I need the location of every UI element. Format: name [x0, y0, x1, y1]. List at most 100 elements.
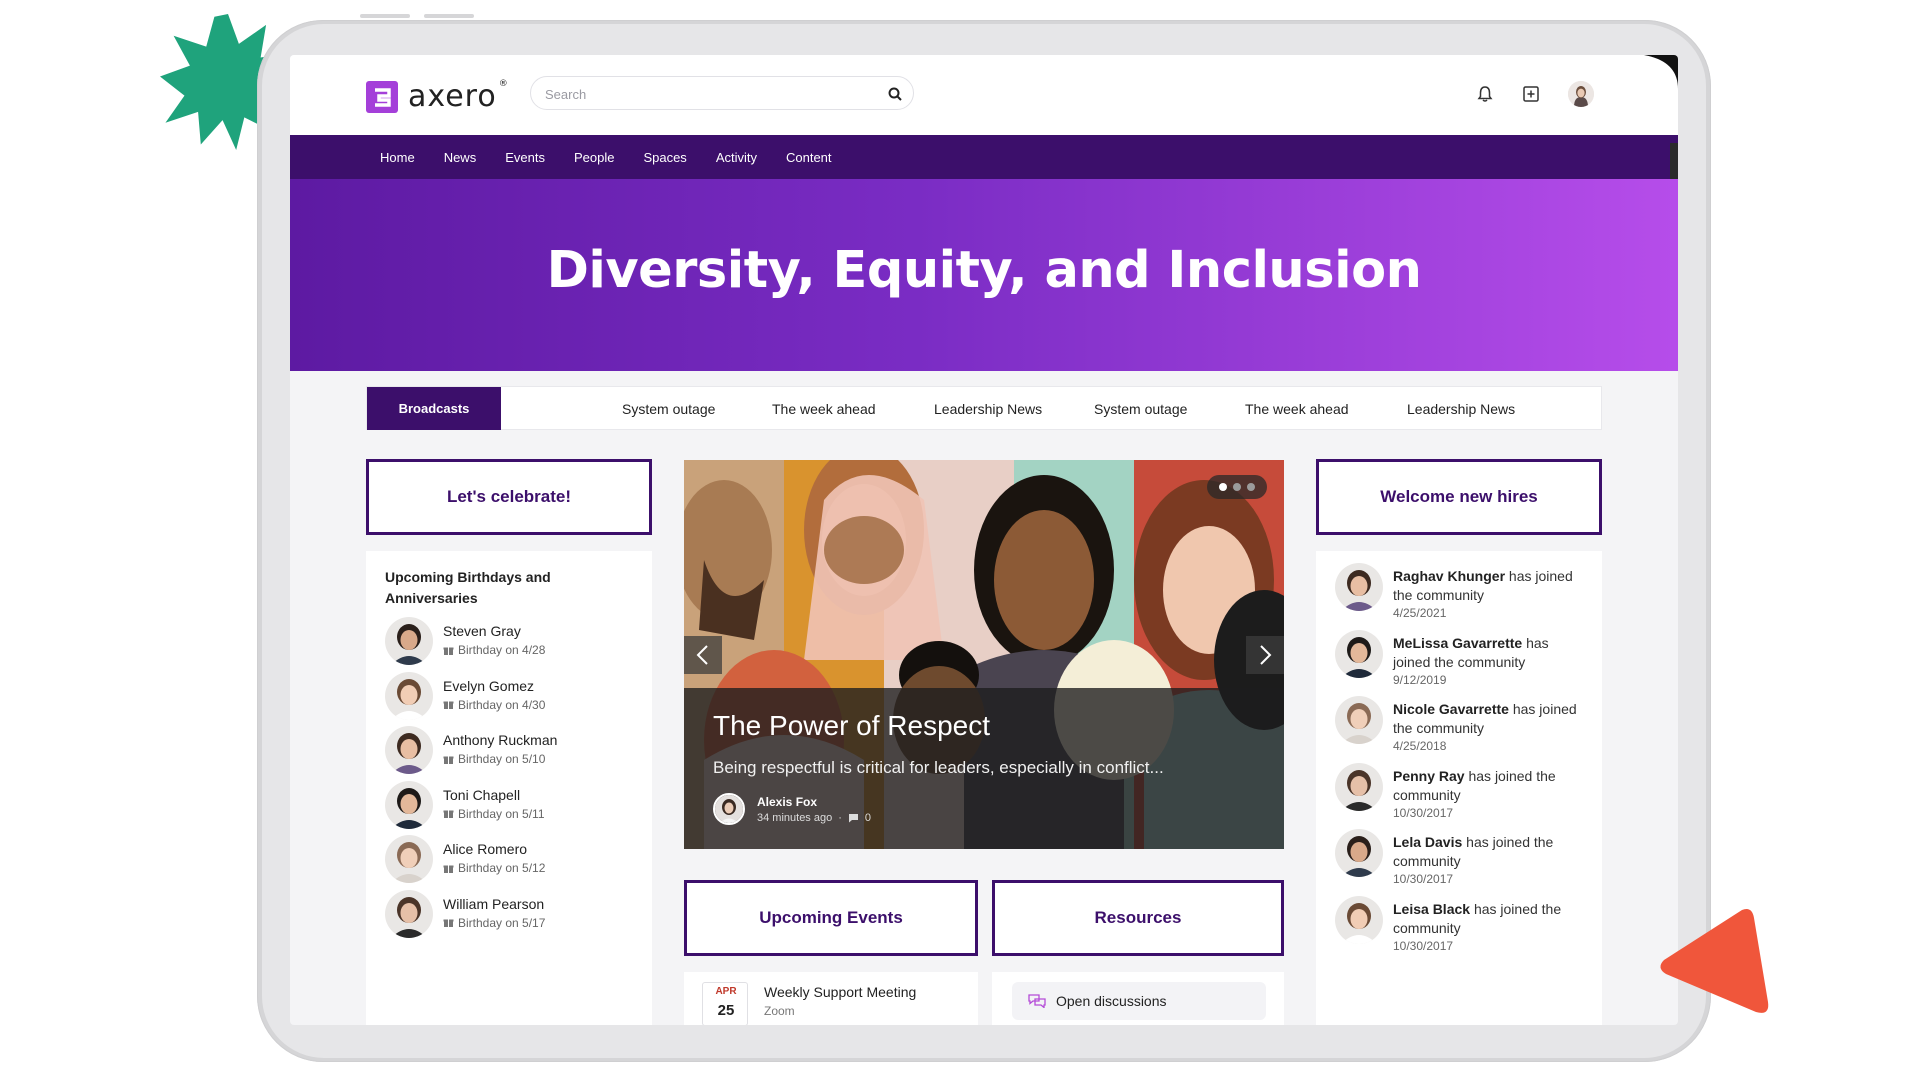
notifications-button[interactable]	[1474, 83, 1496, 105]
hire-avatar[interactable]	[1335, 895, 1383, 944]
tablet-button	[360, 14, 410, 18]
resource-item: Open discussions	[992, 972, 1284, 1025]
celebrate-item[interactable]: Anthony Ruckman Birthday on 5/10	[385, 726, 645, 774]
person-name[interactable]: Toni Chapell	[443, 787, 520, 803]
hire-announcement: Penny Ray has joined the community	[1393, 767, 1583, 805]
nav-item[interactable]: Home	[380, 150, 415, 165]
person-avatar[interactable]	[385, 617, 433, 665]
hire-avatar[interactable]	[1335, 563, 1383, 611]
carousel-next-button[interactable]	[1246, 636, 1284, 674]
carousel-dot[interactable]	[1247, 483, 1255, 491]
hire-name[interactable]: Nicole Gavarrette	[1393, 701, 1509, 717]
broadcast-tabs: Broadcasts System outage The week ahead …	[366, 386, 1602, 430]
celebrate-item[interactable]: Evelyn Gomez Birthday on 4/30	[385, 671, 645, 720]
person-avatar[interactable]	[385, 889, 433, 938]
open-discussions-link[interactable]: Open discussions	[1012, 982, 1266, 1020]
person-name[interactable]: Anthony Ruckman	[443, 732, 557, 748]
celebrate-item[interactable]: Alice Romero Birthday on 5/12	[385, 835, 645, 883]
person-event: Birthday on 4/28	[443, 643, 545, 657]
search-icon[interactable]	[887, 86, 903, 102]
tab-item[interactable]: Leadership News	[934, 387, 1042, 430]
celebrate-item[interactable]: Toni Chapell Birthday on 5/11	[385, 780, 645, 829]
celebrate-header[interactable]: Let's celebrate!	[366, 459, 652, 535]
tab-item[interactable]: The week ahead	[1245, 387, 1349, 430]
new-hire-item[interactable]: Leisa Black has joined the community 10/3…	[1335, 895, 1585, 966]
person-event: Birthday on 4/30	[443, 698, 545, 712]
featured-carousel[interactable]: The Power of Respect Being respectful is…	[684, 460, 1284, 849]
person-event: Birthday on 5/11	[443, 807, 545, 821]
hire-announcement: Leisa Black has joined the community	[1393, 900, 1583, 938]
nav-item[interactable]: People	[574, 150, 614, 165]
hire-avatar[interactable]	[1335, 696, 1383, 744]
hire-announcement: Raghav Khunger has joined the community	[1393, 567, 1583, 605]
hire-name[interactable]: Penny Ray	[1393, 768, 1465, 784]
axero-logo[interactable]: axero ®	[366, 79, 509, 114]
carousel-dot-active[interactable]	[1219, 483, 1227, 491]
nav-item[interactable]: Activity	[716, 150, 757, 165]
scrollbar[interactable]	[1670, 143, 1678, 179]
top-header: axero ®	[290, 55, 1678, 135]
author-avatar[interactable]	[713, 793, 745, 825]
carousel-pagination[interactable]	[1207, 475, 1267, 499]
hire-avatar[interactable]	[1335, 762, 1383, 811]
tab-item[interactable]: System outage	[622, 387, 715, 430]
user-avatar[interactable]	[1568, 81, 1594, 107]
celebrate-item[interactable]: Steven Gray Birthday on 4/28	[385, 617, 645, 665]
new-hires-header[interactable]: Welcome new hires	[1316, 459, 1602, 535]
carousel-dot[interactable]	[1233, 483, 1241, 491]
person-name[interactable]: Steven Gray	[443, 623, 521, 639]
tab-item[interactable]: Leadership News	[1407, 387, 1515, 430]
nav-item[interactable]: News	[444, 150, 477, 165]
author-name[interactable]: Alexis Fox	[757, 795, 817, 809]
hire-avatar[interactable]	[1335, 829, 1383, 877]
person-avatar[interactable]	[385, 780, 433, 829]
event-title[interactable]: Weekly Support Meeting	[764, 984, 916, 1000]
new-hire-item[interactable]: Lela Davis has joined the community 10/30…	[1335, 829, 1585, 899]
new-hire-item[interactable]: Penny Ray has joined the community 10/30/…	[1335, 762, 1585, 833]
hire-date: 10/30/2017	[1393, 938, 1454, 953]
person-name[interactable]: Evelyn Gomez	[443, 678, 534, 694]
stage: axero ® Search Home News Events People S…	[0, 0, 1920, 1080]
hire-name[interactable]: Lela Davis	[1393, 834, 1462, 850]
nav-item[interactable]: Content	[786, 150, 832, 165]
person-avatar[interactable]	[385, 726, 433, 774]
tab-broadcasts[interactable]: Broadcasts	[367, 387, 501, 430]
new-hire-item[interactable]: Raghav Khunger has joined the community 4…	[1335, 563, 1585, 633]
person-avatar[interactable]	[385, 835, 433, 883]
tab-item[interactable]: System outage	[1094, 387, 1187, 430]
person-name[interactable]: Alice Romero	[443, 841, 527, 857]
main-nav: Home News Events People Spaces Activity Conten…	[290, 135, 1678, 179]
resources-header[interactable]: Resources	[992, 880, 1284, 956]
new-hire-item[interactable]: Nicole Gavarrette has joined the communi…	[1335, 696, 1585, 766]
hire-date: 9/12/2019	[1393, 672, 1447, 687]
hire-name[interactable]: Leisa Black	[1393, 901, 1470, 917]
nav-item[interactable]: Events	[505, 150, 545, 165]
new-hire-item[interactable]: MeLissa Gavarrette has joined the commun…	[1335, 629, 1585, 700]
person-event: Birthday on 5/17	[443, 916, 545, 930]
carousel-prev-button[interactable]	[684, 636, 722, 674]
gift-icon	[443, 919, 454, 927]
article-meta: 34 minutes ago · 0	[757, 812, 871, 824]
person-event-text: Birthday on 5/12	[458, 861, 546, 875]
hire-avatar[interactable]	[1335, 629, 1383, 678]
article-title[interactable]: The Power of Respect	[713, 710, 990, 742]
hire-name[interactable]: MeLissa Gavarrette	[1393, 635, 1522, 651]
gift-icon	[443, 865, 454, 873]
hire-name[interactable]: Raghav Khunger	[1393, 568, 1505, 584]
main-nav-list: Home News Events People Spaces Activity Conten…	[380, 135, 832, 179]
search-input[interactable]	[545, 84, 865, 104]
person-name[interactable]: William Pearson	[443, 896, 544, 912]
create-button[interactable]	[1520, 83, 1542, 105]
celebrate-item[interactable]: William Pearson Birthday on 5/17	[385, 889, 645, 938]
event-location: Zoom	[764, 1004, 795, 1018]
person-avatar[interactable]	[385, 671, 433, 720]
app-screen: axero ® Search Home News Events People S…	[290, 55, 1678, 1025]
tab-item[interactable]: The week ahead	[772, 387, 876, 430]
nav-item[interactable]: Spaces	[643, 150, 686, 165]
upcoming-events-header[interactable]: Upcoming Events	[684, 880, 978, 956]
event-item[interactable]: APR 25 Weekly Support Meeting Zoom	[684, 972, 978, 1025]
comment-count: 0	[864, 812, 872, 824]
search-bar[interactable]	[530, 76, 914, 110]
person-event: Birthday on 5/10	[443, 752, 545, 766]
avatar-image	[1335, 829, 1383, 877]
